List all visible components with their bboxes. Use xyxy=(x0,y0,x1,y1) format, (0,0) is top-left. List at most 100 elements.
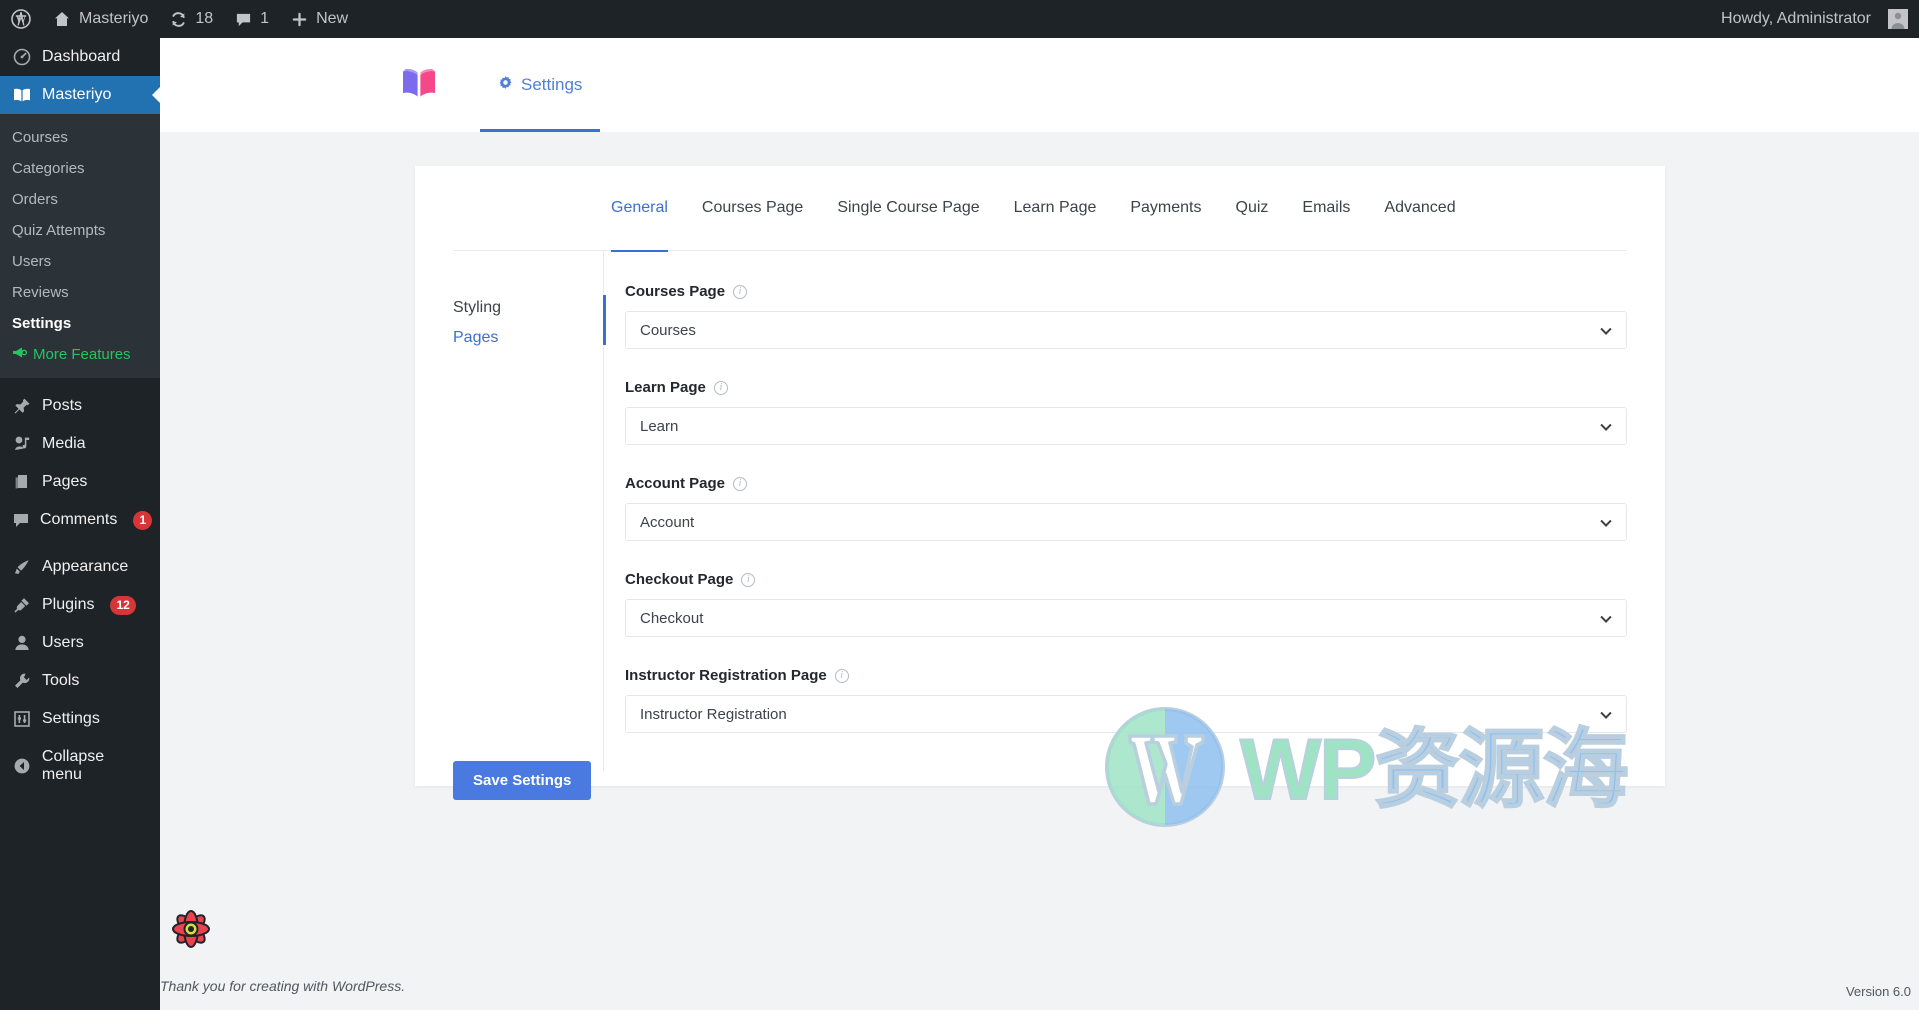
sidebar-item-settings[interactable]: Settings xyxy=(0,700,160,738)
wordpress-logo-button[interactable]: W xyxy=(0,0,42,38)
sidebar-item-pages[interactable]: Pages xyxy=(0,463,160,501)
account-menu[interactable]: Howdy, Administrator xyxy=(1710,0,1919,38)
sidebar-subitem-reviews[interactable]: Reviews xyxy=(0,277,160,308)
learn-page-select[interactable]: Learn xyxy=(625,407,1627,445)
tab-payments[interactable]: Payments xyxy=(1113,166,1218,251)
sidebar-subitem-more-features[interactable]: More Features xyxy=(0,339,160,370)
sidebar-item-plugins[interactable]: Plugins 12 xyxy=(0,586,160,624)
subnav-item-pages[interactable]: Pages xyxy=(453,323,603,353)
field-label-row: Courses Page i xyxy=(625,283,1627,300)
wordpress-logo-icon: W xyxy=(11,9,31,29)
site-name-label: Masteriyo xyxy=(79,10,148,28)
sidebar-item-users[interactable]: Users xyxy=(0,624,160,662)
book-icon xyxy=(12,87,32,103)
sidebar-item-media[interactable]: Media xyxy=(0,425,160,463)
field-label: Learn Page xyxy=(625,379,706,396)
info-icon[interactable]: i xyxy=(733,285,747,299)
select-value: Learn xyxy=(640,418,678,435)
info-icon[interactable]: i xyxy=(714,381,728,395)
footer-credit-text: Thank you for creating with WordPress. xyxy=(160,978,405,994)
save-settings-button[interactable]: Save Settings xyxy=(453,761,591,800)
subnav-item-styling[interactable]: Styling xyxy=(453,293,603,323)
courses-page-select[interactable]: Courses xyxy=(625,311,1627,349)
field-label-row: Account Page i xyxy=(625,475,1627,492)
field-learn-page: Learn Page i Learn xyxy=(625,379,1627,445)
account-page-select[interactable]: Account xyxy=(625,503,1627,541)
sidebar-item-comments[interactable]: Comments 1 xyxy=(0,501,160,539)
sidebar-item-label: Comments xyxy=(40,511,117,529)
sidebar-item-posts[interactable]: Posts xyxy=(0,387,160,425)
plugin-tab-label: Settings xyxy=(521,75,582,95)
updates-count: 18 xyxy=(195,10,213,28)
instructor-registration-page-select[interactable]: Instructor Registration xyxy=(625,695,1627,733)
select-value: Checkout xyxy=(640,610,703,627)
sidebar-item-label: Plugins xyxy=(42,596,94,614)
menu-separator xyxy=(0,539,160,548)
field-label-row: Instructor Registration Page i xyxy=(625,667,1627,684)
sidebar-item-tools[interactable]: Tools xyxy=(0,662,160,700)
dashboard-icon xyxy=(12,48,32,66)
tab-advanced[interactable]: Advanced xyxy=(1367,166,1472,251)
collapse-arrow-icon xyxy=(12,757,32,775)
sidebar-item-label: Posts xyxy=(42,397,82,415)
new-content-button[interactable]: New xyxy=(280,0,359,38)
info-icon[interactable]: i xyxy=(835,669,849,683)
plugin-header: Settings xyxy=(160,38,1919,132)
tab-general[interactable]: General xyxy=(611,166,685,251)
comments-button[interactable]: 1 xyxy=(224,0,280,38)
info-icon[interactable]: i xyxy=(733,477,747,491)
select-value: Account xyxy=(640,514,694,531)
menu-separator xyxy=(0,378,160,387)
media-icon xyxy=(12,435,32,453)
site-name-button[interactable]: Masteriyo xyxy=(42,0,159,38)
tab-emails[interactable]: Emails xyxy=(1285,166,1367,251)
sidebar-subitem-label: More Features xyxy=(33,346,131,363)
sliders-icon xyxy=(12,710,32,728)
admin-bar: W Masteriyo 18 1 New Howdy, Administrato… xyxy=(0,0,1919,38)
sidebar-subitem-courses[interactable]: Courses xyxy=(0,122,160,153)
select-value: Instructor Registration xyxy=(640,706,787,723)
sidebar-subitem-users[interactable]: Users xyxy=(0,246,160,277)
tab-courses-page[interactable]: Courses Page xyxy=(685,166,820,251)
tab-quiz[interactable]: Quiz xyxy=(1219,166,1286,251)
settings-tabbar: General Courses Page Single Course Page … xyxy=(453,166,1627,251)
sidebar-item-label: Settings xyxy=(42,710,100,728)
sidebar-subitem-orders[interactable]: Orders xyxy=(0,184,160,215)
comments-badge: 1 xyxy=(133,511,152,530)
comment-bubble-icon xyxy=(12,511,30,529)
select-value: Courses xyxy=(640,322,696,339)
wordpress-version-label: Version 6.0 xyxy=(1846,984,1911,999)
info-icon[interactable]: i xyxy=(741,573,755,587)
admin-footer: Thank you for creating with WordPress. V… xyxy=(160,890,1919,1010)
tab-learn-page[interactable]: Learn Page xyxy=(997,166,1114,251)
checkout-page-select[interactable]: Checkout xyxy=(625,599,1627,637)
plugin-tab-settings[interactable]: Settings xyxy=(480,38,600,132)
updates-button[interactable]: 18 xyxy=(159,0,224,38)
field-label: Courses Page xyxy=(625,283,725,300)
home-icon xyxy=(53,10,71,28)
collapse-menu-button[interactable]: Collapse menu xyxy=(0,747,160,785)
comments-count: 1 xyxy=(260,10,269,28)
sidebar-subitem-categories[interactable]: Categories xyxy=(0,153,160,184)
paintbrush-icon xyxy=(12,558,32,576)
sidebar-item-appearance[interactable]: Appearance xyxy=(0,548,160,586)
plugins-badge: 12 xyxy=(110,596,135,615)
admin-content: Settings General Courses Page Single Cou… xyxy=(160,38,1919,1010)
chevron-down-icon xyxy=(1600,516,1611,527)
wrench-icon xyxy=(12,672,32,690)
collapse-menu-label: Collapse menu xyxy=(42,748,148,784)
user-icon xyxy=(12,634,32,652)
pin-icon xyxy=(12,397,32,415)
sidebar-subitem-settings[interactable]: Settings xyxy=(0,308,160,339)
tab-single-course-page[interactable]: Single Course Page xyxy=(820,166,996,251)
chevron-down-icon xyxy=(1600,324,1611,335)
plus-icon xyxy=(291,11,308,28)
sidebar-item-label: Masteriyo xyxy=(42,86,111,104)
sidebar-item-masteriyo[interactable]: Masteriyo xyxy=(0,76,160,114)
sidebar-subitem-quiz-attempts[interactable]: Quiz Attempts xyxy=(0,215,160,246)
gear-icon xyxy=(498,75,513,95)
chevron-down-icon xyxy=(1600,612,1611,623)
sidebar-item-dashboard[interactable]: Dashboard xyxy=(0,38,160,76)
field-label-row: Checkout Page i xyxy=(625,571,1627,588)
updates-icon xyxy=(170,11,187,28)
